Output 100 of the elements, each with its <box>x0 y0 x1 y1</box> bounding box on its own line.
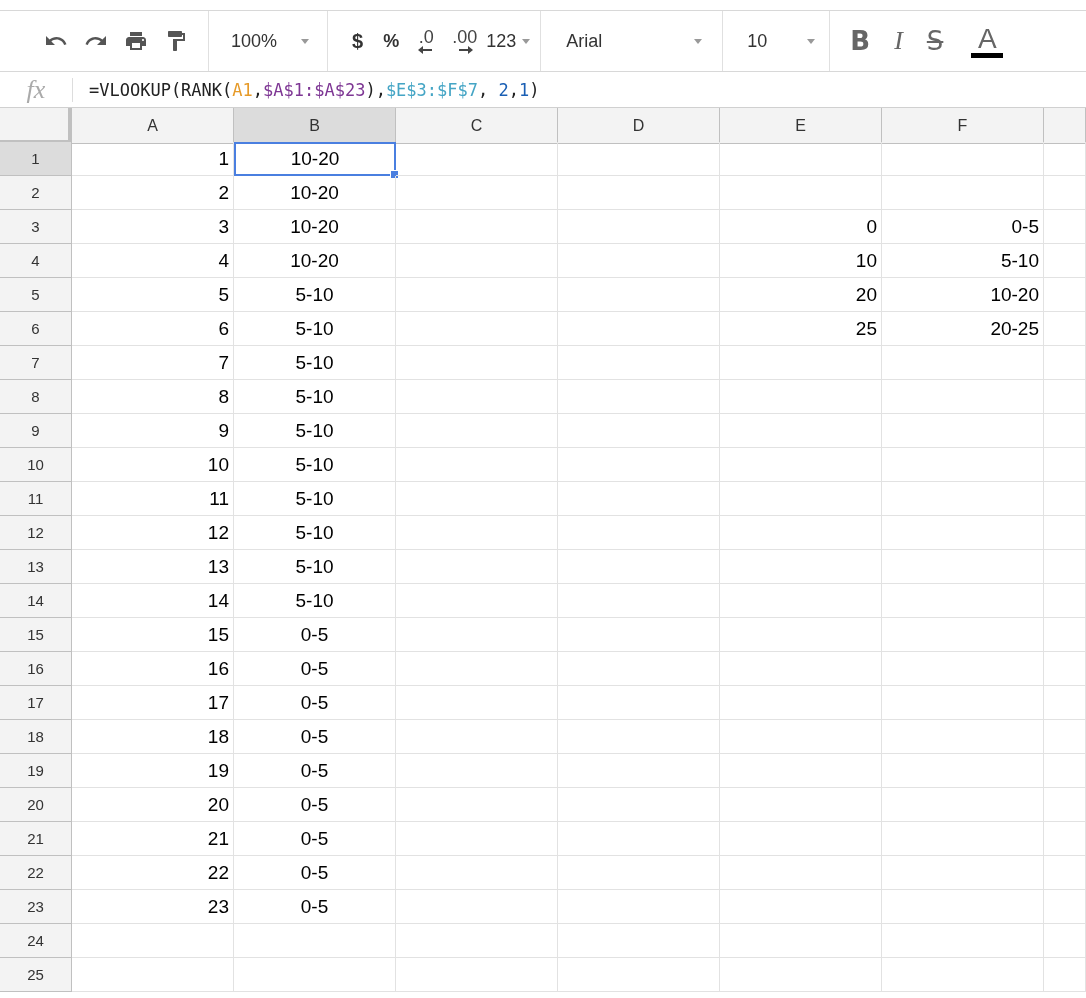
table-cell[interactable]: 5-10 <box>234 380 396 414</box>
table-cell[interactable] <box>882 550 1044 584</box>
table-cell[interactable] <box>558 346 720 380</box>
table-cell[interactable] <box>396 618 558 652</box>
table-cell[interactable] <box>234 924 396 958</box>
table-cell[interactable] <box>396 414 558 448</box>
table-cell[interactable] <box>558 176 720 210</box>
table-cell[interactable] <box>720 516 882 550</box>
table-cell[interactable] <box>558 754 720 788</box>
row-header[interactable]: 11 <box>0 482 72 516</box>
table-cell[interactable] <box>558 720 720 754</box>
table-cell[interactable] <box>558 686 720 720</box>
row-header[interactable]: 19 <box>0 754 72 788</box>
table-cell[interactable] <box>396 448 558 482</box>
table-cell[interactable] <box>1044 414 1086 448</box>
table-cell[interactable] <box>558 448 720 482</box>
table-cell[interactable] <box>396 210 558 244</box>
table-cell[interactable] <box>396 176 558 210</box>
table-cell[interactable]: 7 <box>72 346 234 380</box>
table-cell[interactable]: 0-5 <box>234 652 396 686</box>
table-cell[interactable]: 10-20 <box>234 176 396 210</box>
font-dropdown[interactable]: Arial <box>566 23 703 59</box>
table-cell[interactable] <box>396 686 558 720</box>
table-cell[interactable] <box>720 414 882 448</box>
table-cell[interactable] <box>882 584 1044 618</box>
row-header[interactable]: 5 <box>0 278 72 312</box>
table-cell[interactable] <box>396 312 558 346</box>
table-cell[interactable] <box>558 822 720 856</box>
table-cell[interactable] <box>558 516 720 550</box>
table-cell[interactable]: 23 <box>72 890 234 924</box>
table-cell[interactable] <box>1044 958 1086 992</box>
table-cell[interactable] <box>882 516 1044 550</box>
table-cell[interactable] <box>1044 686 1086 720</box>
table-cell[interactable] <box>558 890 720 924</box>
row-header[interactable]: 16 <box>0 652 72 686</box>
row-header[interactable]: 13 <box>0 550 72 584</box>
table-cell[interactable] <box>1044 516 1086 550</box>
row-header[interactable]: 25 <box>0 958 72 992</box>
table-cell[interactable] <box>558 210 720 244</box>
table-cell[interactable] <box>1044 822 1086 856</box>
table-cell[interactable] <box>558 482 720 516</box>
table-cell[interactable] <box>1044 482 1086 516</box>
table-cell[interactable] <box>720 822 882 856</box>
table-cell[interactable]: 13 <box>72 550 234 584</box>
table-cell[interactable] <box>720 652 882 686</box>
row-header[interactable]: 20 <box>0 788 72 822</box>
row-header[interactable]: 8 <box>0 380 72 414</box>
table-cell[interactable] <box>396 924 558 958</box>
table-cell[interactable] <box>1044 278 1086 312</box>
number-format-dropdown[interactable]: 123 <box>486 23 531 59</box>
row-header[interactable]: 1 <box>0 142 72 176</box>
column-header[interactable] <box>1044 108 1086 144</box>
table-cell[interactable] <box>396 244 558 278</box>
italic-button[interactable]: I <box>882 26 915 56</box>
table-cell[interactable] <box>1044 346 1086 380</box>
table-cell[interactable]: 2 <box>72 176 234 210</box>
table-cell[interactable]: 17 <box>72 686 234 720</box>
table-cell[interactable]: 5-10 <box>234 312 396 346</box>
table-cell[interactable] <box>720 890 882 924</box>
table-cell[interactable] <box>720 584 882 618</box>
zoom-dropdown[interactable]: 100% <box>231 23 310 59</box>
table-cell[interactable]: 20 <box>72 788 234 822</box>
table-cell[interactable] <box>396 380 558 414</box>
formula-input[interactable]: =VLOOKUP(RANK(A1,$A$1:$A$23),$E$3:$F$7, 2,1) <box>73 79 540 100</box>
active-cell[interactable]: 10-20 <box>234 142 396 176</box>
table-cell[interactable] <box>558 958 720 992</box>
table-cell[interactable] <box>558 278 720 312</box>
table-cell[interactable]: 0-5 <box>234 890 396 924</box>
table-cell[interactable] <box>720 788 882 822</box>
text-color-button[interactable]: A <box>955 24 1004 58</box>
table-cell[interactable] <box>558 312 720 346</box>
table-cell[interactable]: 10-20 <box>882 278 1044 312</box>
table-cell[interactable]: 5-10 <box>234 346 396 380</box>
table-cell[interactable]: 5-10 <box>234 584 396 618</box>
table-cell[interactable] <box>558 142 720 176</box>
table-cell[interactable]: 11 <box>72 482 234 516</box>
row-header[interactable]: 21 <box>0 822 72 856</box>
table-cell[interactable] <box>882 788 1044 822</box>
table-cell[interactable] <box>72 924 234 958</box>
table-cell[interactable]: 0-5 <box>234 720 396 754</box>
table-cell[interactable] <box>396 754 558 788</box>
table-cell[interactable] <box>396 278 558 312</box>
table-cell[interactable]: 5-10 <box>234 516 396 550</box>
table-cell[interactable] <box>720 856 882 890</box>
table-cell[interactable]: 5-10 <box>234 414 396 448</box>
table-cell[interactable] <box>1044 618 1086 652</box>
fill-handle[interactable] <box>390 170 399 179</box>
row-header[interactable]: 9 <box>0 414 72 448</box>
row-header[interactable]: 17 <box>0 686 72 720</box>
table-cell[interactable] <box>396 550 558 584</box>
table-cell[interactable] <box>396 720 558 754</box>
increase-decimals-button[interactable]: .00 <box>443 28 487 54</box>
percent-format-button[interactable]: % <box>373 30 410 52</box>
table-cell[interactable]: 22 <box>72 856 234 890</box>
row-header[interactable]: 23 <box>0 890 72 924</box>
table-cell[interactable] <box>396 142 558 176</box>
table-cell[interactable]: 10-20 <box>234 210 396 244</box>
table-cell[interactable] <box>720 720 882 754</box>
row-header[interactable]: 10 <box>0 448 72 482</box>
table-cell[interactable] <box>882 754 1044 788</box>
